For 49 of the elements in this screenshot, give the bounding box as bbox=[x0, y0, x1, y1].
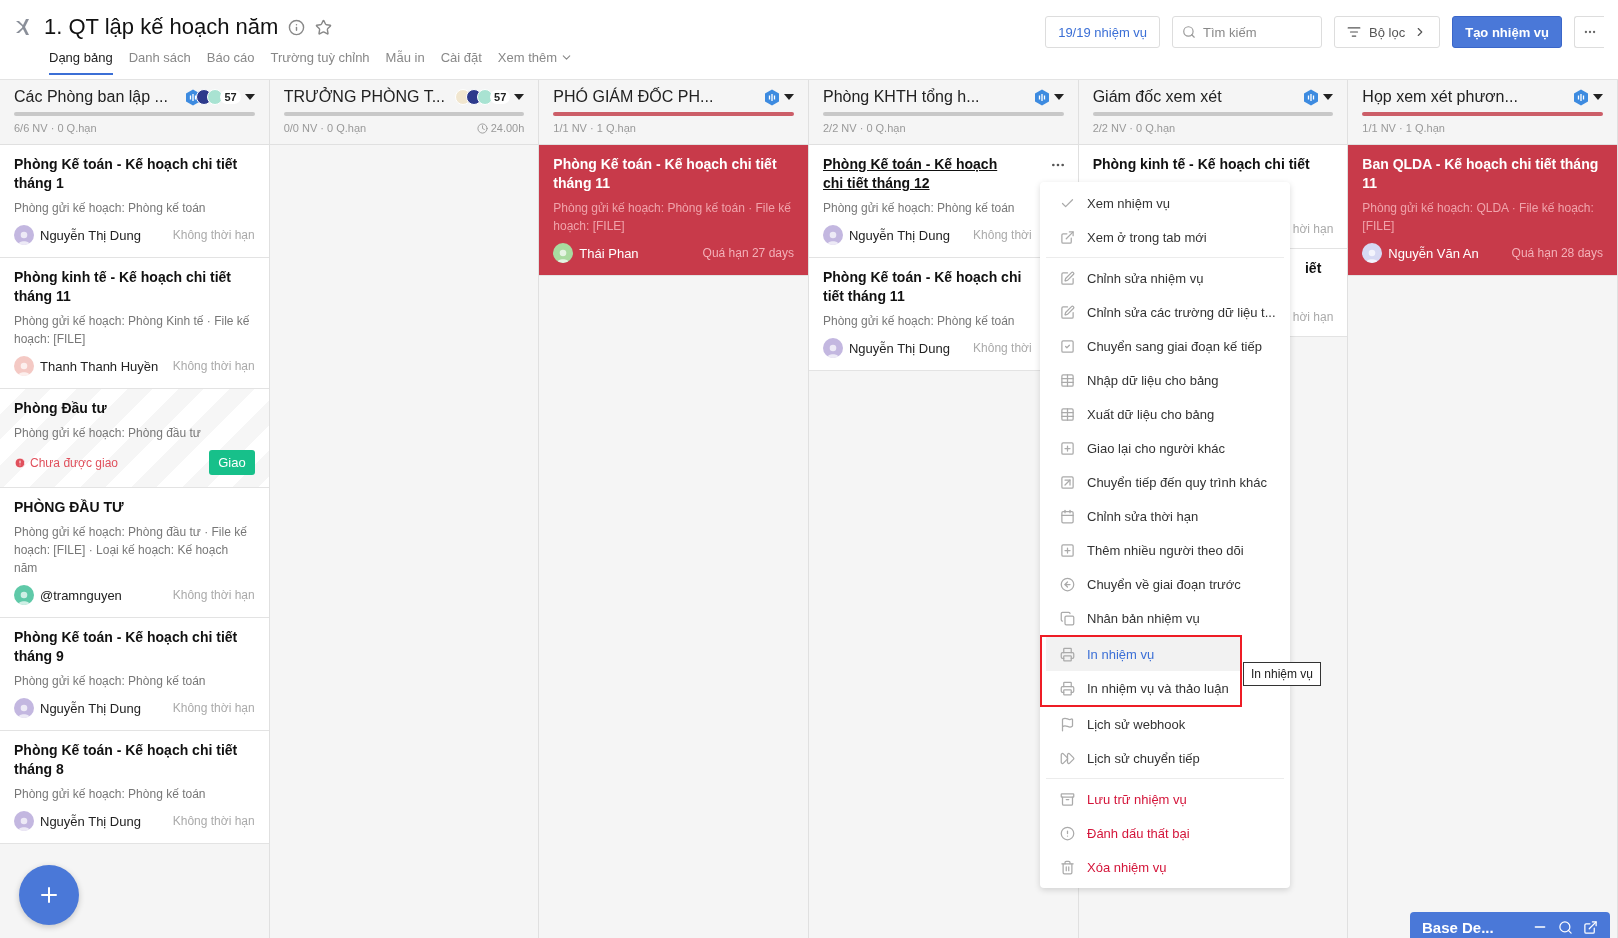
chat-title: Base De... bbox=[1422, 918, 1495, 936]
task-description: Phòng gửi kế hoạch: Phòng đầu tư · File kế hoạch: [FILE] · Loại kế hoạch: Kế hoạch năm bbox=[14, 524, 248, 577]
column-timer: 24.00h bbox=[476, 122, 525, 134]
assignee-name: Nguyễn Thị Dung bbox=[40, 813, 141, 829]
due-date: Không thời hạn bbox=[172, 228, 255, 242]
column-stats: 0/0 NV · 0 Q.hạn bbox=[283, 122, 367, 134]
task-description: Phòng gửi kế hoạch: QLDA · File kế hoạch: [FILE] bbox=[1362, 200, 1595, 235]
due-date: Không thời hạn bbox=[172, 359, 255, 373]
assignee-name: Nguyễn Thị Dung bbox=[40, 227, 141, 243]
due-date: Không thời bbox=[973, 341, 1032, 355]
column-title: Các Phòng ban lập ... bbox=[14, 88, 168, 106]
member-count: 57 bbox=[220, 90, 241, 104]
task-description: Phòng gửi kế hoạch: Phòng kế toán bbox=[14, 200, 207, 217]
column-title: Họp xem xét phươn... bbox=[1362, 88, 1518, 106]
column-title: PHÓ GIÁM ĐỐC PH... bbox=[553, 88, 714, 106]
assignee-name: Nguyễn Thị Dung bbox=[849, 227, 950, 243]
assignee-name: Nguyễn Văn An bbox=[1388, 245, 1479, 261]
assignee-name: @tramnguyen bbox=[40, 587, 122, 603]
column-title: TRƯỞNG PHÒNG T... bbox=[283, 88, 445, 106]
assignee-name: Nguyễn Thị Dung bbox=[849, 340, 950, 356]
assignee-name: Thái Phan bbox=[579, 245, 639, 261]
column-stats: 6/6 NV · 0 Q.hạn bbox=[14, 122, 97, 134]
task-description: Phòng gửi kế hoạch: Phòng kế toán · File kế hoạch: [FILE] bbox=[553, 200, 792, 235]
column-stats: 2/2 NV · 0 Q.hạn bbox=[1092, 122, 1176, 134]
member-count: 57 bbox=[490, 90, 511, 104]
assignee-name: Thanh Thanh Huyền bbox=[40, 358, 159, 374]
tooltip: In nhiệm vụ bbox=[1243, 662, 1322, 686]
task-description: Phòng gửi kế hoạch: Phòng kế toán bbox=[823, 200, 1016, 217]
column-stats: 2/2 NV · 0 Q.hạn bbox=[823, 122, 906, 134]
column-stats: 1/1 NV · 1 Q.hạn bbox=[553, 122, 636, 134]
task-description: Phòng gửi kế hoạch: Phòng kế toán bbox=[14, 673, 207, 690]
due-date: hời hạn bbox=[1292, 222, 1334, 236]
due-date: Không thời hạn bbox=[172, 701, 255, 715]
column-stats: 1/1 NV · 1 Q.hạn bbox=[1362, 122, 1445, 134]
assignee-name: Nguyễn Thị Dung bbox=[40, 700, 141, 716]
page-title: 1. QT lập kế hoạch năm bbox=[44, 14, 279, 40]
task-description: Phòng gửi kế hoạch: Phòng kế toán bbox=[823, 313, 1016, 330]
unassigned-warning: Chưa được giao bbox=[14, 455, 118, 470]
due-date: Không thời hạn bbox=[172, 814, 255, 828]
task-description: Phòng gửi kế hoạch: Phòng kế toán bbox=[14, 786, 207, 803]
due-date: Quá hạn 27 days bbox=[702, 246, 794, 260]
task-description: Phòng gửi kế hoạch: Phòng đầu tư bbox=[14, 425, 202, 442]
column-title: Phòng KHTH tổng h... bbox=[823, 88, 980, 106]
due-date: Không thời bbox=[973, 228, 1032, 242]
due-date: Quá hạn 28 days bbox=[1511, 246, 1603, 260]
due-date: hời hạn bbox=[1292, 310, 1334, 324]
column-title: Giám đốc xem xét bbox=[1092, 88, 1222, 106]
task-description: Phòng gửi kế hoạch: Phòng Kinh tế · File kế hoạch: [FILE] bbox=[14, 313, 251, 348]
due-date: Không thời hạn bbox=[172, 588, 255, 602]
